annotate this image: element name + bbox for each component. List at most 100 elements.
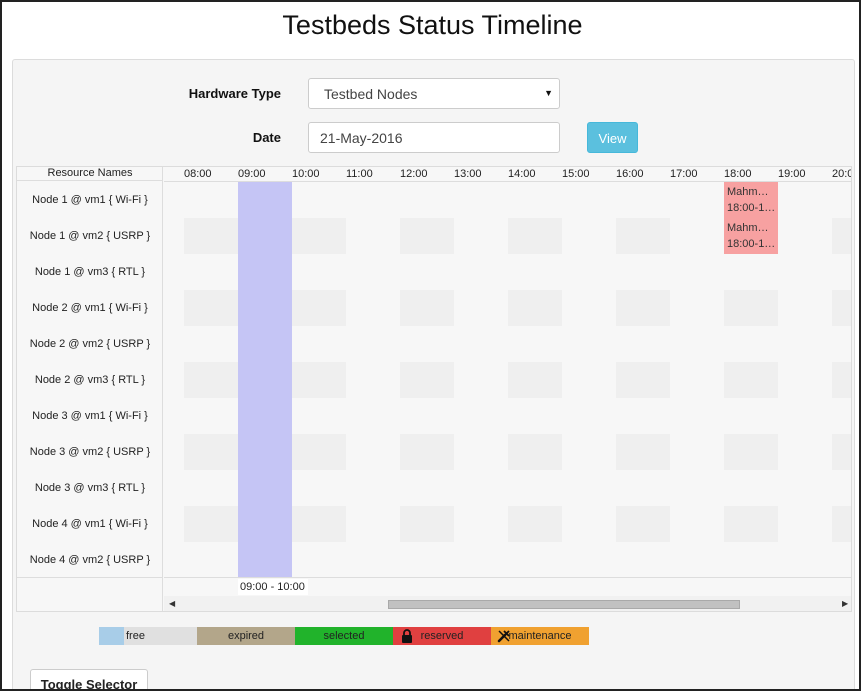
hour-label: 18:00 — [724, 168, 752, 180]
hour-label: 14:00 — [508, 168, 536, 180]
hardware-type-label: Hardware Type — [188, 86, 281, 101]
time-cell[interactable] — [292, 290, 346, 326]
time-cell[interactable] — [508, 506, 562, 542]
resource-name: Node 3 @ vm3 { RTL } — [34, 482, 146, 494]
resource-name: Node 2 @ vm3 { RTL } — [34, 374, 146, 386]
time-cell[interactable] — [832, 362, 851, 398]
time-cell[interactable] — [724, 362, 778, 398]
hour-label: 17:00 — [670, 168, 698, 180]
arrow-left-icon[interactable]: ◀ — [169, 599, 175, 608]
caret-down-icon: ▼ — [544, 88, 553, 98]
time-cell[interactable] — [400, 434, 454, 470]
schedule-area[interactable]: 08:00 09:00 10:00 11:00 12:00 13:00 14:00 15:00… — [164, 167, 852, 611]
resource-name: Node 3 @ vm1 { Wi-Fi } — [32, 410, 148, 422]
resource-name: Node 1 @ vm2 { USRP } — [29, 230, 151, 242]
timeline-grid: Resource Names Node 1 @ vm1 { Wi-Fi } Nod… — [16, 166, 852, 612]
toggle-selector-button[interactable]: Toggle Selector — [30, 669, 148, 689]
time-cell[interactable] — [616, 218, 670, 254]
time-cell[interactable] — [616, 434, 670, 470]
time-cell[interactable] — [292, 434, 346, 470]
time-cell[interactable] — [184, 434, 238, 470]
hour-label: 10:00 — [292, 168, 320, 180]
reservation-owner: Mahm… — [727, 186, 769, 198]
reservation-block[interactable]: Mahm… 18:00-1… — [724, 182, 778, 218]
legend-maintenance-label: maintenance — [508, 630, 572, 642]
legend-selected-label: selected — [323, 630, 365, 642]
hour-label: 11:00 — [346, 168, 373, 180]
free-swatch — [99, 627, 124, 645]
time-cell[interactable] — [724, 434, 778, 470]
time-cell[interactable] — [400, 218, 454, 254]
legend-free: free — [99, 627, 197, 645]
time-cell[interactable] — [292, 218, 346, 254]
resource-name: Node 4 @ vm2 { USRP } — [29, 554, 151, 566]
time-cell[interactable] — [400, 506, 454, 542]
legend-selected: selected — [295, 627, 393, 645]
scrollbar-thumb[interactable] — [388, 600, 740, 609]
hour-label: 16:00 — [616, 168, 644, 180]
resource-name: Node 2 @ vm2 { USRP } — [29, 338, 151, 350]
hour-label: 09:00 — [238, 168, 266, 180]
hour-label: 08:00 — [184, 168, 212, 180]
time-cell[interactable] — [724, 290, 778, 326]
reservation-block[interactable]: Mahm… 18:00-1… — [724, 218, 778, 254]
resource-name: Node 3 @ vm2 { USRP } — [29, 446, 151, 458]
date-input[interactable]: 21-May-2016 — [308, 122, 560, 153]
arrow-right-icon[interactable]: ▶ — [842, 599, 848, 608]
names-footer — [17, 577, 163, 611]
hour-label: 19:00 — [778, 168, 806, 180]
time-cell[interactable] — [184, 506, 238, 542]
resource-name: Node 1 @ vm1 { Wi-Fi } — [32, 194, 148, 206]
time-cell[interactable] — [508, 218, 562, 254]
reservation-owner: Mahm… — [727, 222, 769, 234]
hour-label: 13:00 — [454, 168, 482, 180]
resource-names-column: Resource Names Node 1 @ vm1 { Wi-Fi } Nod… — [17, 167, 163, 611]
time-cell[interactable] — [184, 290, 238, 326]
time-cell[interactable] — [508, 434, 562, 470]
time-cell[interactable] — [292, 362, 346, 398]
hardware-type-value: Testbed Nodes — [324, 86, 418, 102]
selector-panel: Hardware Type Testbed Nodes ▼ Date 21-Ma… — [12, 59, 855, 689]
footer-divider — [164, 577, 851, 578]
time-cell[interactable] — [832, 290, 851, 326]
legend-maintenance: maintenance — [491, 627, 589, 645]
time-cell[interactable] — [616, 290, 670, 326]
page-title: Testbeds Status Timeline — [282, 10, 583, 40]
date-label: Date — [252, 130, 281, 145]
legend-expired-label: expired — [227, 630, 265, 642]
hour-label: 15:00 — [562, 168, 590, 180]
reservation-time: 18:00-1… — [727, 202, 776, 214]
hour-label: 20:0 — [832, 168, 852, 180]
time-cell[interactable] — [832, 506, 851, 542]
time-cell[interactable] — [184, 362, 238, 398]
legend-expired: expired — [197, 627, 295, 645]
time-cell[interactable] — [832, 434, 851, 470]
time-cell[interactable] — [400, 362, 454, 398]
resource-name: Node 4 @ vm1 { Wi-Fi } — [32, 518, 148, 530]
selected-time-slot[interactable] — [238, 182, 292, 578]
resource-name: Node 1 @ vm3 { RTL } — [34, 266, 146, 278]
app-window: Testbeds Status Timeline Hardware Type T… — [0, 0, 861, 691]
horizontal-scrollbar[interactable]: ◀ ▶ — [164, 596, 851, 611]
hour-label: 12:00 — [400, 168, 428, 180]
reservation-time: 18:00-1… — [727, 238, 776, 250]
legend-free-label: free — [126, 630, 145, 642]
legend-reserved: reserved — [393, 627, 491, 645]
lock-icon — [401, 629, 413, 646]
time-cell[interactable] — [508, 362, 562, 398]
time-cell[interactable] — [184, 218, 238, 254]
time-cell[interactable] — [616, 506, 670, 542]
wrench-icon — [497, 629, 511, 646]
hardware-type-select[interactable]: Testbed Nodes ▼ — [308, 78, 560, 109]
resource-name: Node 2 @ vm1 { Wi-Fi } — [32, 302, 148, 314]
view-button[interactable]: View — [587, 122, 638, 153]
time-cell[interactable] — [400, 290, 454, 326]
time-cell[interactable] — [616, 362, 670, 398]
time-cell[interactable] — [832, 218, 851, 254]
selection-range-label: 09:00 - 10:00 — [238, 579, 308, 595]
time-cell[interactable] — [292, 506, 346, 542]
time-cell[interactable] — [508, 290, 562, 326]
resource-names-header: Resource Names — [17, 167, 163, 181]
status-legend: free expired selected reserved maintenan… — [99, 627, 589, 645]
time-cell[interactable] — [724, 506, 778, 542]
